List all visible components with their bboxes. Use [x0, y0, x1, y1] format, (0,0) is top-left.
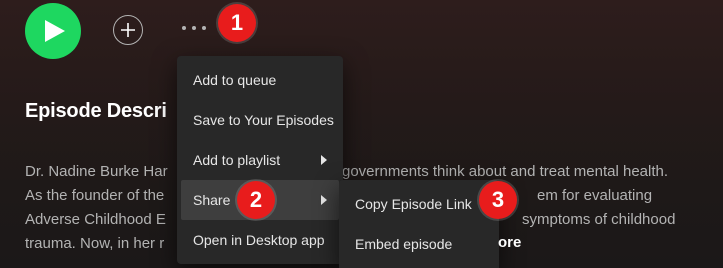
description-line: em for evaluating	[537, 187, 653, 204]
play-icon	[45, 20, 65, 42]
play-button[interactable]	[25, 3, 81, 59]
share-submenu: Copy Episode Link Embed episode	[339, 180, 499, 268]
step-badge-3: 3	[479, 181, 517, 219]
add-button[interactable]	[113, 15, 143, 45]
menu-item-save-to-episodes[interactable]: Save to Your Episodes	[181, 100, 339, 140]
description-line: As the founder of the	[25, 187, 165, 204]
description-line: Adverse Childhood E	[25, 211, 166, 228]
show-more-link[interactable]: ore	[498, 234, 521, 251]
menu-item-add-to-queue[interactable]: Add to queue	[181, 60, 339, 100]
plus-icon	[121, 23, 135, 37]
episode-description-heading: Episode Descri	[25, 100, 167, 122]
chevron-right-icon	[321, 155, 327, 165]
context-menu: Add to queue Save to Your Episodes Add t…	[177, 56, 343, 264]
menu-item-add-to-playlist[interactable]: Add to playlist	[181, 140, 339, 180]
menu-item-embed-episode[interactable]: Embed episode	[343, 224, 495, 264]
step-badge-2: 2	[237, 181, 275, 219]
menu-item-label: Copy Episode Link	[355, 196, 472, 212]
description-line: trauma. Now, in her r	[25, 235, 165, 252]
menu-item-label: Share	[193, 192, 231, 208]
menu-item-open-in-desktop-app[interactable]: Open in Desktop app	[181, 220, 339, 260]
chevron-right-icon	[321, 195, 327, 205]
menu-item-label: Open in Desktop app	[193, 232, 325, 248]
description-line: symptoms of childhood	[522, 211, 676, 228]
description-line: Dr. Nadine Burke Har	[25, 163, 168, 180]
menu-item-label: Save to Your Episodes	[193, 112, 334, 128]
menu-item-label: Add to queue	[193, 72, 277, 88]
more-icon-dot	[202, 26, 206, 30]
menu-item-label: Add to playlist	[193, 152, 281, 168]
more-icon-dot	[192, 26, 196, 30]
menu-item-label: Embed episode	[355, 236, 453, 252]
step-badge-1: 1	[218, 4, 256, 42]
more-options-button[interactable]	[176, 17, 212, 39]
menu-item-copy-episode-link[interactable]: Copy Episode Link	[343, 184, 495, 224]
more-icon	[182, 26, 186, 30]
